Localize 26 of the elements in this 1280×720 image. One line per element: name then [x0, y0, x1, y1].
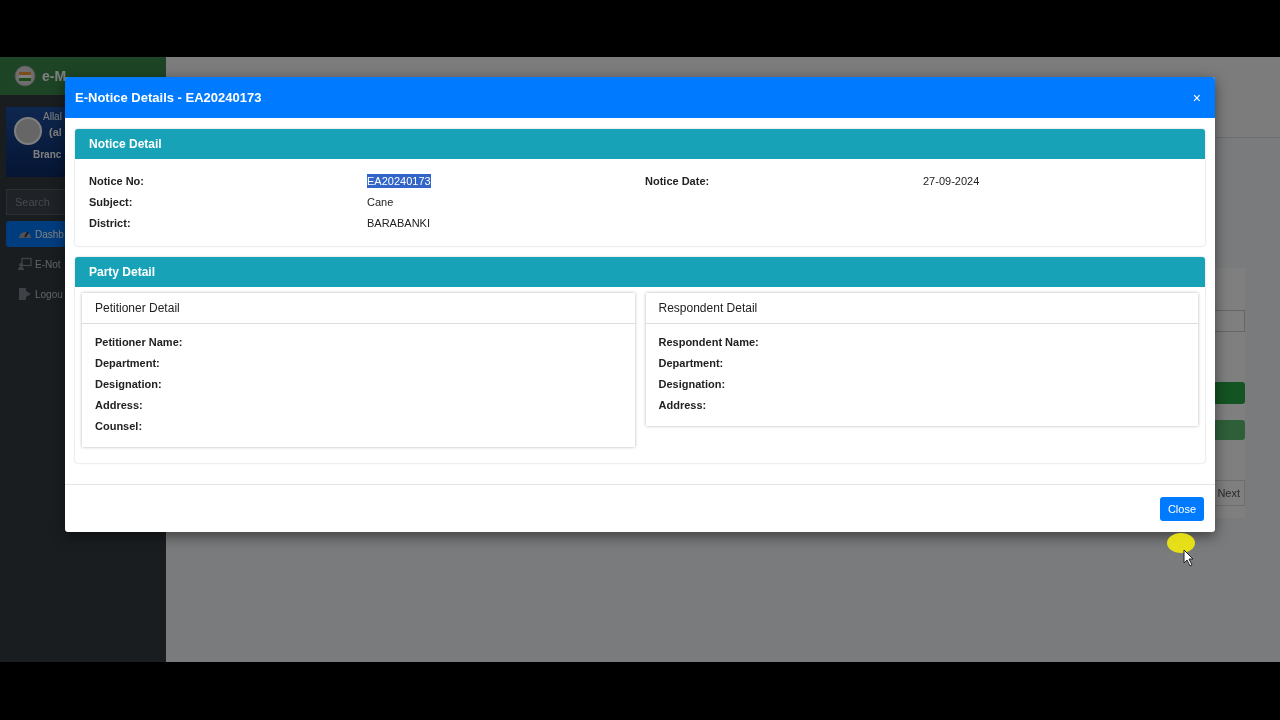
brand-name: e-M: [42, 68, 67, 84]
card-header: Notice Detail: [75, 129, 1205, 159]
panel-title: Respondent Detail: [645, 293, 1198, 324]
field-label: Address:: [658, 398, 708, 412]
field-value: BARABANKI: [367, 216, 430, 230]
card-header: Party Detail: [75, 257, 1205, 287]
field-value: EA20240173: [367, 174, 431, 188]
field-value: 27-09-2024: [923, 174, 980, 188]
field-label: Designation:: [658, 377, 727, 391]
modal-title: E-Notice Details - EA20240173: [75, 90, 262, 105]
field-label: Respondent Name:: [658, 335, 760, 349]
field-label: Designation:: [95, 377, 163, 391]
field-label: Department:: [95, 356, 161, 370]
field-label: Department:: [658, 356, 725, 370]
field-label: Address:: [95, 398, 144, 412]
field-label: Notice Date:: [645, 174, 710, 188]
field-label: Petitioner Name:: [95, 335, 184, 349]
user-branch: Branc: [33, 149, 63, 160]
user-name: Allal: [43, 111, 62, 122]
panel-title: Petitioner Detail: [82, 293, 635, 324]
field-label: District:: [89, 216, 131, 230]
field-label: Subject:: [89, 195, 133, 209]
field-label: Counsel:: [95, 419, 144, 433]
field-label: Notice No:: [89, 174, 144, 188]
field-value: Cane: [367, 195, 394, 209]
user-login: (al: [49, 126, 62, 138]
